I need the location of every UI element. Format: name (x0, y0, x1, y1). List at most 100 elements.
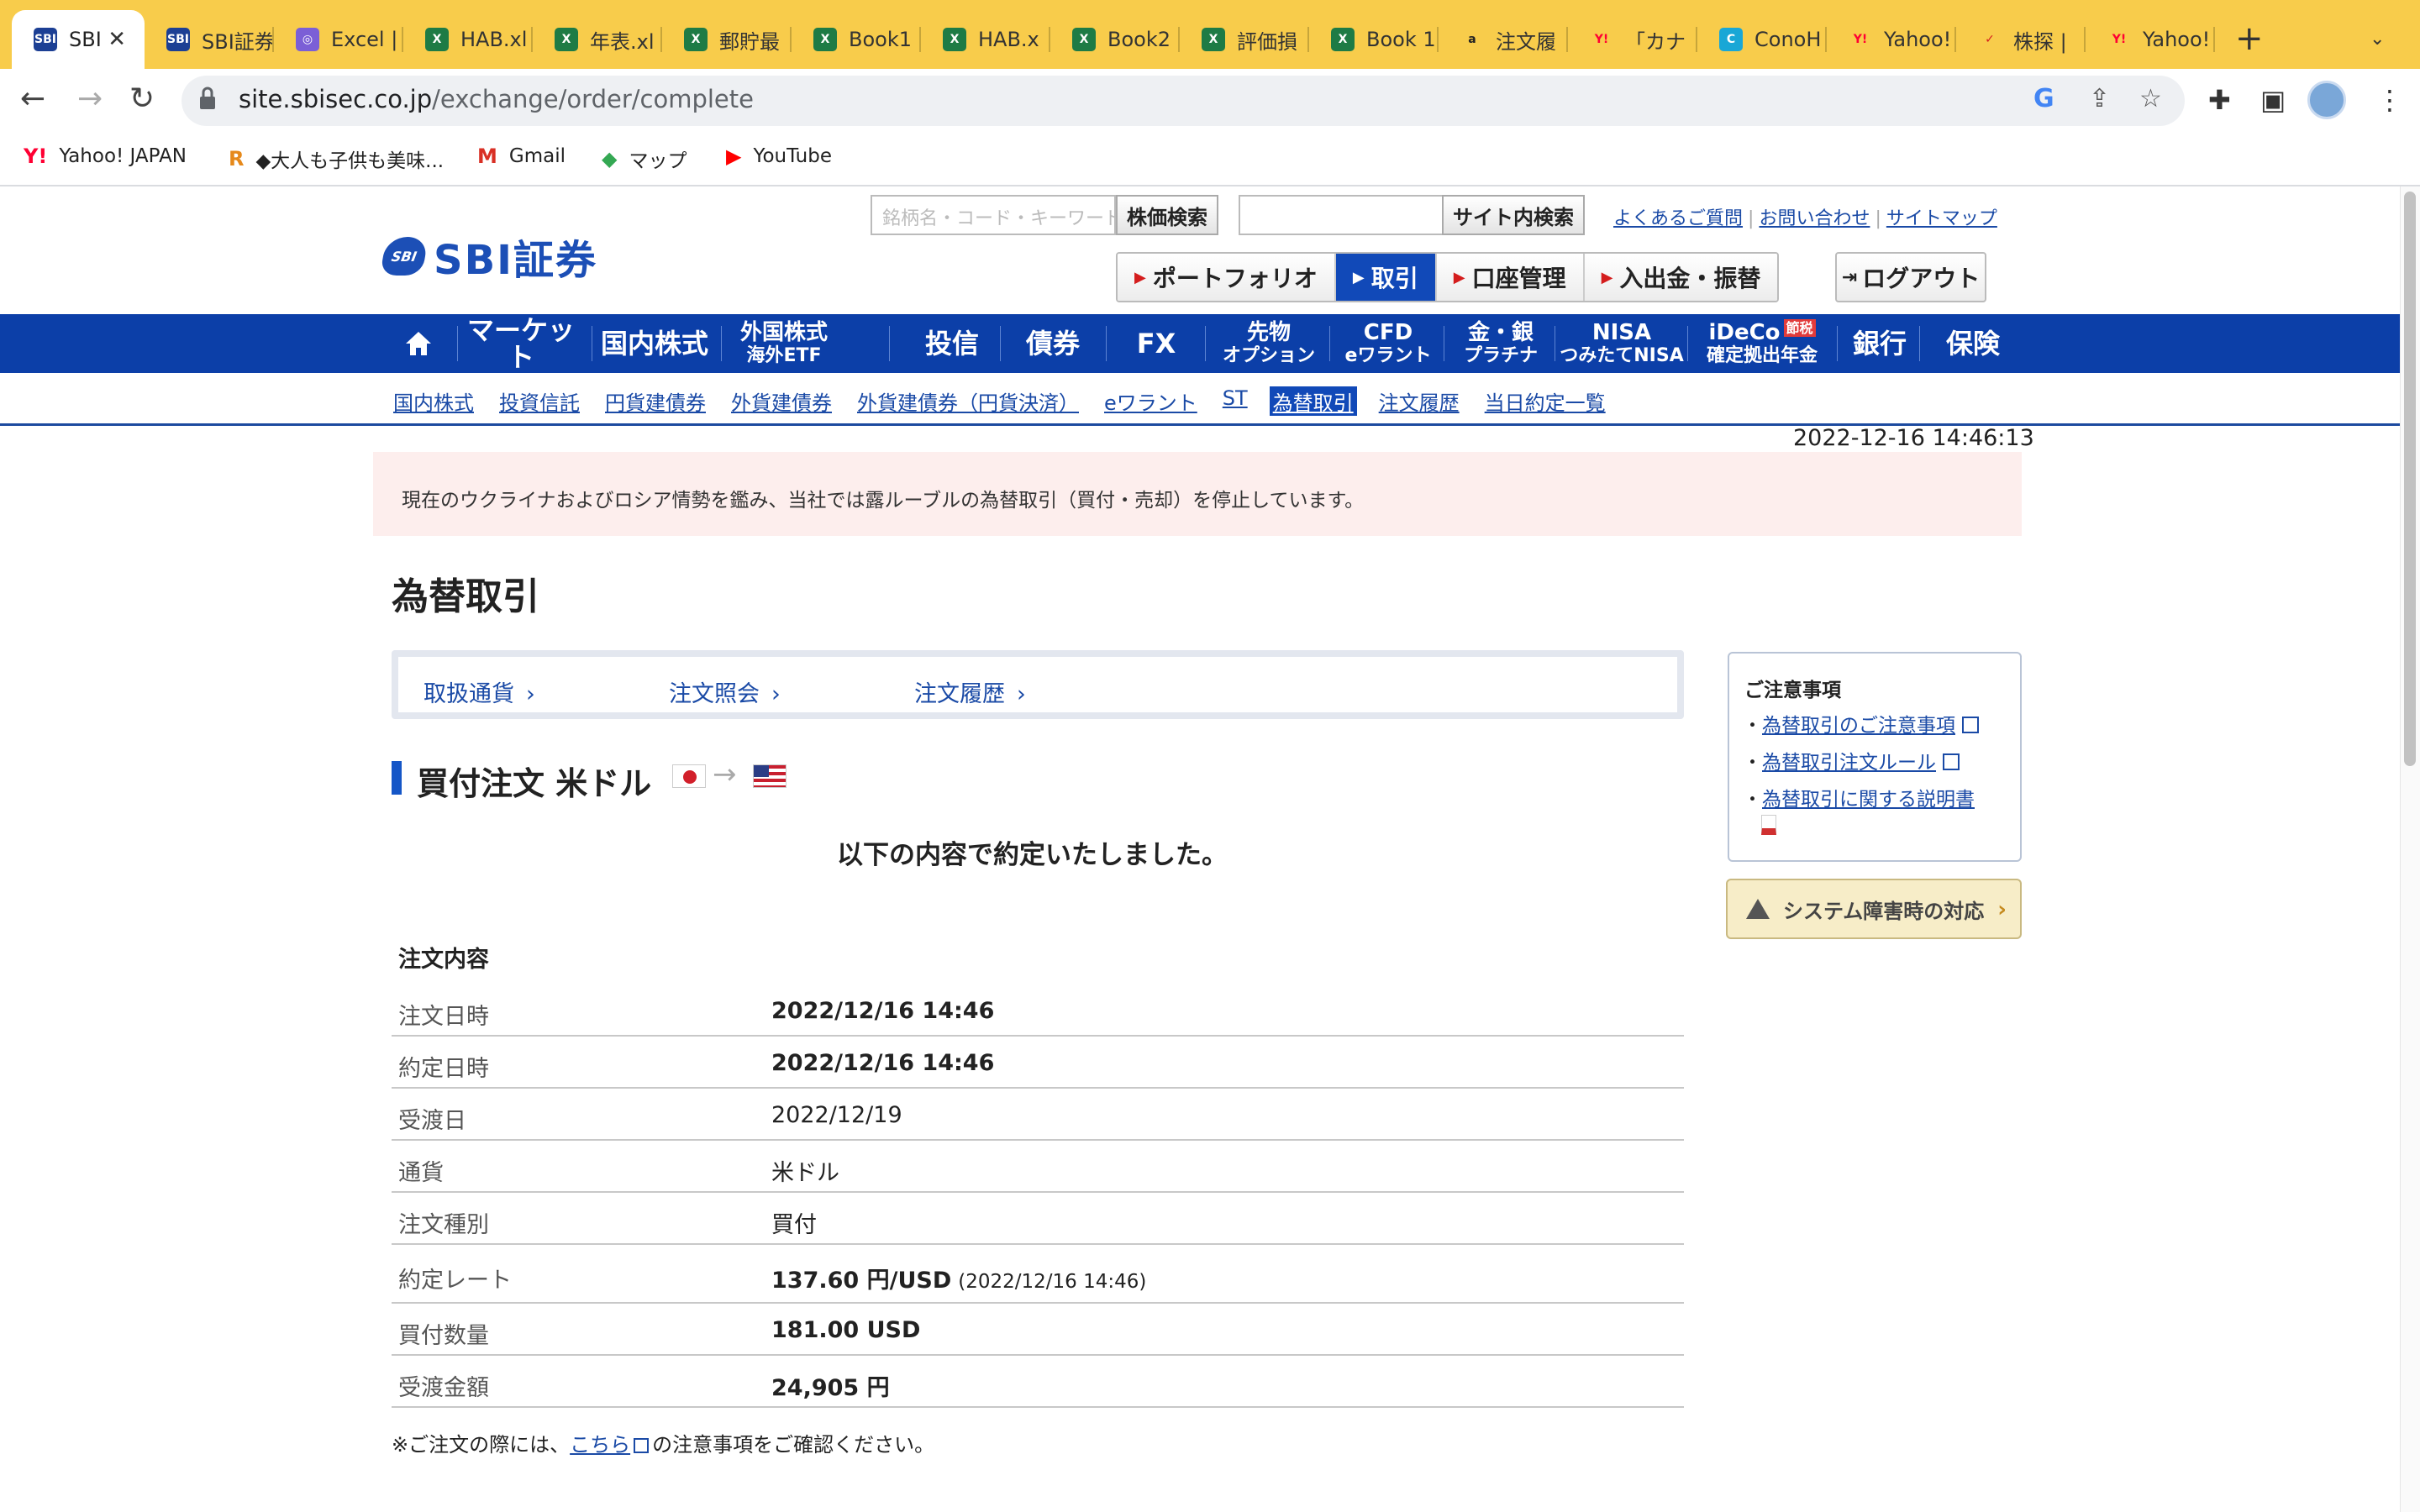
browser-tab[interactable]: Y! Yahoo! (1827, 10, 1956, 69)
reload-icon[interactable]: ↻ (129, 84, 155, 114)
gnav-item[interactable]: NISA つみたてNISA (1556, 314, 1687, 373)
gnav-label: マーケット (466, 314, 575, 373)
system-failure-button[interactable]: システム障害時の対応 › (1726, 879, 2022, 939)
site-search-input[interactable] (1239, 195, 1444, 235)
bookmark-star-icon[interactable]: ☆ (2139, 84, 2162, 113)
portfolio-button[interactable]: ▶ ポートフォリオ (1118, 254, 1336, 301)
gnav-label: CFD (1363, 320, 1413, 345)
bookmark-item[interactable]: M Gmail (477, 144, 566, 168)
contact-link[interactable]: お問い合わせ (1759, 208, 1870, 229)
share-icon[interactable]: ⇪ (2089, 84, 2110, 113)
bookmark-item[interactable]: ◆ マップ (602, 144, 687, 173)
side-panel-icon[interactable]: ▣ (2260, 84, 2286, 116)
browser-tab[interactable]: SBI SBI証券 (145, 10, 274, 69)
row-value: 2022/12/16 14:46 (771, 998, 995, 1024)
new-tab-button[interactable]: + (2235, 22, 2264, 55)
gnav-item[interactable]: 債券 (1002, 314, 1104, 373)
browser-tab[interactable]: Y! Yahoo! (2086, 10, 2215, 69)
subnav-link[interactable]: 為替取引 (1269, 386, 1357, 416)
bookmark-item[interactable]: R ◆大人も子供も美味... (229, 144, 444, 173)
confirm-message: 以下の内容で約定いたしました。 (837, 840, 1228, 870)
subnav-link[interactable]: 国内株式 (393, 386, 474, 416)
url-text[interactable]: site.sbisec.co.jp/exchange/order/complet… (239, 85, 754, 113)
chevron-right-icon: › (1017, 681, 1026, 707)
browser-tab[interactable]: SBI SBI ✕ (12, 10, 145, 69)
tab-search-icon[interactable]: ⌄ (2370, 29, 2385, 50)
gnav-item[interactable]: 金・銀 プラチナ (1445, 314, 1556, 373)
sbi-logo-text: SBI証券 (434, 237, 598, 284)
nav-separator (1106, 326, 1107, 361)
sitemap-link[interactable]: サイトマップ (1886, 208, 1997, 229)
stock-search-input[interactable]: 銘柄名・コード・キーワード (871, 195, 1116, 235)
page-scrollbar[interactable] (2400, 186, 2420, 1512)
browser-tab[interactable]: a 注文履 (1439, 10, 1568, 69)
top-links: よくあるご質問 | お問い合わせ | サイトマップ (1613, 208, 1997, 229)
logout-button[interactable]: ⇥ ログアウト (1835, 252, 1986, 302)
caution-link-1[interactable]: ・為替取引のご注意事項 (1743, 709, 1979, 738)
browser-tab[interactable]: ◎ Excel | (274, 10, 403, 69)
gnav-label: NISA (1591, 320, 1652, 345)
bookmark-item[interactable]: ▶ YouTube (726, 144, 832, 168)
gnav-item[interactable]: 保険 (1921, 314, 2025, 373)
sbi-logo[interactable]: SBI SBI証券 (379, 227, 598, 286)
profile-avatar[interactable] (2307, 81, 2346, 119)
browser-tab[interactable]: X Book1 (792, 10, 921, 69)
nav-separator (1919, 326, 1920, 361)
browser-tab[interactable]: Y! 「カナ (1568, 10, 1697, 69)
browser-tab[interactable]: X HAB.xl (403, 10, 533, 69)
bookmark-item[interactable]: Y! Yahoo! JAPAN (24, 144, 187, 168)
browser-tab[interactable]: X 郵貯最 (662, 10, 792, 69)
browser-tab[interactable]: C ConoH (1697, 10, 1827, 69)
subnav-link[interactable]: 外貨建債券（円貨決済） (857, 386, 1079, 416)
lock-icon (200, 87, 215, 109)
caution-link-3[interactable]: ・為替取引に関する説明書 (1743, 783, 1975, 811)
footnote: ※ご注文の際には、こちら の注意事項をご確認ください。 (392, 1433, 935, 1457)
menu-icon[interactable]: ⋮ (2376, 84, 2403, 116)
gnav-item[interactable]: 外国株式 海外ETF (723, 314, 845, 373)
caution-link-2[interactable]: ・為替取引注文ルール (1743, 746, 1960, 774)
subnav-link[interactable]: 円貨建債券 (605, 386, 706, 416)
subnav-link[interactable]: 注文履歴 (1379, 386, 1460, 416)
subnav-link[interactable]: 外貨建債券 (731, 386, 832, 416)
forward-icon[interactable]: → (77, 84, 103, 114)
table-row: 通貨 米ドル (392, 1141, 1684, 1193)
gnav-item[interactable]: iDeCo 節税 確定拠出年金 (1689, 314, 1835, 373)
gnav-item[interactable]: FX (1107, 314, 1205, 373)
gnav-item[interactable]: 投信 (891, 314, 1013, 373)
home-icon[interactable] (397, 314, 440, 373)
subnav-link[interactable]: 当日約定一覧 (1485, 386, 1606, 416)
subnav-link[interactable]: ST (1223, 386, 1248, 416)
extensions-icon[interactable]: ✚ (2208, 84, 2231, 116)
trade-button[interactable]: ▶ 取引 (1335, 254, 1437, 301)
subnav-link[interactable]: eワラント (1104, 386, 1197, 416)
gnav-item[interactable]: 銀行 (1839, 314, 1921, 373)
tab-order-inquiry[interactable]: 注文照会 › (669, 675, 781, 708)
site-search-button[interactable]: サイト内検索 (1442, 195, 1585, 235)
tab-title: Book 1 (1366, 28, 1436, 51)
bookmark-favicon-icon: ▶ (726, 144, 742, 168)
here-link[interactable]: こちら (570, 1433, 630, 1457)
row-label: 通貨 (398, 1160, 444, 1186)
gnav-item[interactable]: CFD eワラント (1331, 314, 1445, 373)
tab-currencies[interactable]: 取扱通貨 › (424, 675, 535, 708)
back-icon[interactable]: ← (20, 84, 45, 114)
google-lens-icon[interactable]: G (2033, 84, 2054, 113)
browser-tab[interactable]: ✓ 株探 | (1956, 10, 2086, 69)
browser-tab[interactable]: X Book 1 (1309, 10, 1439, 69)
gnav-item[interactable]: 国内株式 (593, 314, 716, 373)
tab-order-history[interactable]: 注文履歴 › (914, 675, 1026, 708)
subnav-link[interactable]: 投資信託 (499, 386, 580, 416)
scrollbar-thumb[interactable] (2404, 192, 2416, 766)
transfer-button[interactable]: ▶ 入出金・振替 (1584, 254, 1778, 301)
gnav-item[interactable]: 先物 オプション (1207, 314, 1331, 373)
account-button[interactable]: ▶ 口座管理 (1436, 254, 1585, 301)
gnav-item[interactable]: マーケット (459, 314, 583, 373)
browser-tab[interactable]: X 評価損 (1180, 10, 1309, 69)
browser-tab[interactable]: X 年表.xl (533, 10, 662, 69)
close-tab-icon[interactable]: ✕ (108, 27, 126, 52)
sbi-group-mark: SBI (379, 237, 429, 276)
faq-link[interactable]: よくあるご質問 (1613, 208, 1743, 229)
browser-tab[interactable]: X Book2 (1050, 10, 1180, 69)
browser-tab[interactable]: X HAB.x (921, 10, 1050, 69)
stock-search-button[interactable]: 株価検索 (1116, 195, 1218, 235)
